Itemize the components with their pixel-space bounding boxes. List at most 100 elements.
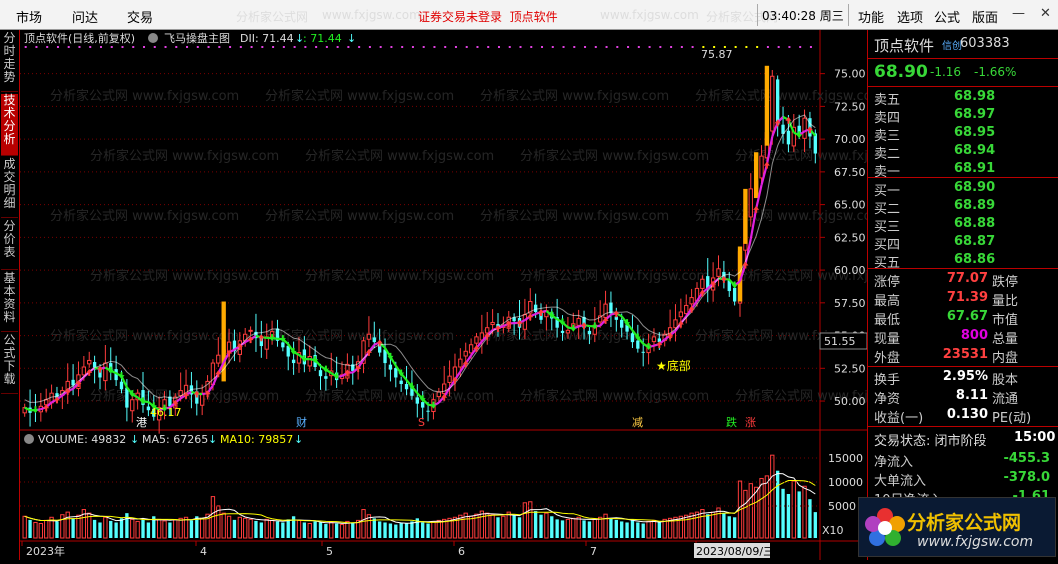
dii-dot xyxy=(498,46,500,48)
chart-watermark: 分析家公式网 www.fxjgsw.com xyxy=(480,208,669,224)
volume-bar xyxy=(588,521,591,538)
dii-dot xyxy=(111,46,113,48)
y-tick-label: 52.50 xyxy=(834,362,866,375)
volume-bar xyxy=(658,522,661,538)
tab-formula-download[interactable]: 公式下载 xyxy=(1,334,18,394)
bid-row[interactable]: 买三68.88 xyxy=(868,215,1058,233)
dii-label: DII: 71.44 xyxy=(240,32,294,45)
candle-body xyxy=(642,352,645,353)
dii-dot xyxy=(347,46,349,48)
candle-body xyxy=(324,376,327,379)
stat-label-2: 股本 xyxy=(992,369,1018,388)
menu-market[interactable]: 市场 xyxy=(16,7,42,26)
stat-label-2: 量比 xyxy=(992,290,1018,309)
volume-ma5-arrow: ↓ xyxy=(208,433,217,446)
dii-dot xyxy=(509,46,511,48)
volume-bar xyxy=(728,516,731,538)
marker-fall[interactable]: 跌 xyxy=(726,415,737,429)
chart-watermark: 分析家公式网 www.fxjgsw.com xyxy=(305,388,494,404)
tab-price-table[interactable]: 分价表 xyxy=(1,220,18,270)
volume-bar xyxy=(335,524,338,538)
volume-bar xyxy=(313,521,316,538)
volume-bar xyxy=(410,521,413,538)
volume-bar xyxy=(706,514,709,538)
dii-dot xyxy=(304,46,306,48)
dii-dot xyxy=(788,46,790,48)
volume-bar xyxy=(808,499,811,538)
volume-bar xyxy=(281,522,284,538)
ask-row[interactable]: 卖五68.98 xyxy=(868,88,1058,106)
menu-trade[interactable]: 交易 xyxy=(127,7,153,26)
menu-options[interactable]: 选项 xyxy=(897,7,923,26)
ask-row[interactable]: 卖一68.91 xyxy=(868,160,1058,178)
volume-bar xyxy=(421,522,424,538)
dii-dot xyxy=(616,46,618,48)
ask-row[interactable]: 卖二68.94 xyxy=(868,142,1058,160)
candle-body xyxy=(443,384,446,393)
marker-rise[interactable]: 涨 xyxy=(745,416,756,429)
menu-function[interactable]: 功能 xyxy=(858,7,884,26)
stat-value: 77.07 xyxy=(932,271,988,286)
bid-row[interactable]: 买一68.90 xyxy=(868,179,1058,197)
candle-body xyxy=(45,400,48,405)
tab-intraday[interactable]: 分时走势 xyxy=(1,32,18,92)
candle-body xyxy=(400,381,403,384)
volume-bar xyxy=(168,522,171,538)
ask-row[interactable]: 卖三68.95 xyxy=(868,124,1058,142)
candle-body xyxy=(733,288,736,302)
close-icon[interactable]: ✕ xyxy=(1040,6,1051,21)
flow-row: 大单流入-378.0 xyxy=(868,469,1058,488)
candle-body xyxy=(534,305,537,312)
stat-label: 外盘 xyxy=(874,347,900,366)
bid-row[interactable]: 买五68.86 xyxy=(868,251,1058,269)
marker-reduce[interactable]: 减 xyxy=(632,416,643,429)
marker-finance[interactable]: 财 xyxy=(296,415,307,429)
candle-body xyxy=(416,397,419,403)
chart-settings-icon[interactable] xyxy=(148,33,158,43)
y-tick-label: 70.00 xyxy=(834,133,866,146)
volume-bar xyxy=(400,522,403,538)
volume-bar xyxy=(93,520,96,538)
y-tick-label: 50.00 xyxy=(834,395,866,408)
stat-value: 23531 xyxy=(932,347,988,362)
volume-bar xyxy=(394,525,397,538)
sector-badge[interactable]: 信创 xyxy=(942,37,962,52)
dii-dot xyxy=(154,46,156,48)
volume-settings-icon[interactable] xyxy=(24,434,34,444)
bid-row[interactable]: 买二68.89 xyxy=(868,197,1058,215)
stat-value: 800 xyxy=(932,328,988,343)
minimize-icon[interactable]: — xyxy=(1012,6,1025,21)
tab-trade-detail[interactable]: 成交明细 xyxy=(1,158,18,218)
menu-ask[interactable]: 问达 xyxy=(72,7,98,26)
candle-body xyxy=(690,298,693,304)
menu-formula[interactable]: 公式 xyxy=(934,7,960,26)
stat-label: 净资 xyxy=(874,388,900,407)
chart-area[interactable]: 分析家公式网 www.fxjgsw.com 分析家公式网 www.fxjgsw.c… xyxy=(20,30,867,560)
side-tabs: 分时走势 技术分析 成交明细 分价表 基本资料 公式下载 xyxy=(0,30,20,560)
stat-label-2: 跌停 xyxy=(992,271,1018,290)
kline-chart-svg[interactable]: 分析家公式网 www.fxjgsw.com 分析家公式网 www.fxjgsw.c… xyxy=(20,30,867,560)
topbar-watermark-1: 分析家公式网 xyxy=(236,8,308,25)
stock-name: 顶点软件 xyxy=(874,35,934,56)
dii-dot xyxy=(294,46,296,48)
stat-label: 最低 xyxy=(874,309,900,328)
marker-s[interactable]: S xyxy=(418,416,425,429)
dii-dot xyxy=(35,46,37,48)
dii-dot xyxy=(68,46,70,48)
candle-body xyxy=(787,131,790,145)
volume-bar xyxy=(378,521,381,538)
marker-hk[interactable]: 港 xyxy=(136,416,147,429)
bid-price: 68.87 xyxy=(954,234,995,249)
candle-body xyxy=(486,328,489,333)
stock-title-row: 顶点软件 信创 603383 xyxy=(868,34,1058,56)
bid-row[interactable]: 买四68.87 xyxy=(868,233,1058,251)
login-notice-text: 证券交易未登录 xyxy=(418,10,502,24)
menu-layout[interactable]: 版面 xyxy=(972,7,998,26)
volume-bar xyxy=(114,522,117,538)
dii-dot xyxy=(122,46,124,48)
tab-technical[interactable]: 技术分析 xyxy=(1,94,18,156)
ask-row[interactable]: 卖四68.97 xyxy=(868,106,1058,124)
divider xyxy=(868,177,1058,178)
tab-fundamentals[interactable]: 基本资料 xyxy=(1,272,18,332)
candle-body xyxy=(179,391,182,396)
